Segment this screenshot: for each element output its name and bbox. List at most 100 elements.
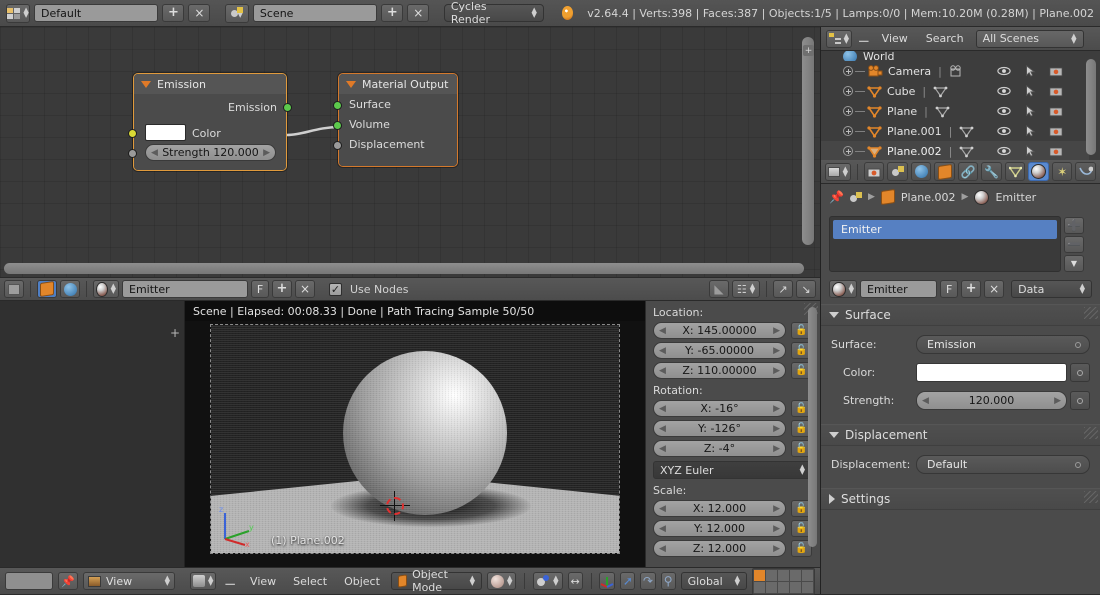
strength-animate-button[interactable] — [1070, 391, 1090, 410]
layer-cell[interactable] — [802, 581, 814, 593]
panel-resize-grip[interactable] — [1084, 307, 1098, 319]
layer-cell[interactable] — [778, 569, 790, 581]
transform-sidebar-scrollbar[interactable] — [808, 307, 817, 547]
breadcrumb-object[interactable]: Plane.002 — [901, 191, 956, 204]
displacement-dropdown[interactable]: Default — [916, 455, 1090, 474]
fake-user-button[interactable]: F — [251, 280, 269, 298]
pin-icon[interactable]: 📌 — [829, 190, 844, 204]
cursor-arrow-icon[interactable] — [1023, 65, 1037, 77]
animate-dot-icon[interactable] — [1075, 462, 1081, 468]
outliner-row-plane[interactable]: Plane | — [821, 101, 1089, 121]
properties-tab-object[interactable] — [934, 162, 955, 181]
layer-cell[interactable] — [778, 581, 790, 593]
panel-header-settings[interactable]: Settings — [821, 488, 1100, 510]
material-browse-button[interactable]: ▲ ▼ — [829, 280, 857, 298]
unlink-material-button[interactable]: × — [984, 280, 1005, 298]
pivot-point-dropdown[interactable]: ▲ ▼ — [533, 572, 563, 590]
outliner-scrollbar[interactable] — [1086, 59, 1096, 155]
location-y-field[interactable]: ◀ Y: -65.00000 ▶ — [653, 342, 786, 359]
chevron-left-icon[interactable]: ◀ — [659, 366, 666, 376]
expand-toggle-icon[interactable] — [843, 126, 853, 136]
properties-tab-particles[interactable]: ✶ — [1051, 162, 1073, 181]
layer-cell[interactable] — [754, 581, 766, 593]
editor-type-outliner-button[interactable]: ▲ ▼ — [826, 29, 852, 48]
node-emission[interactable]: Emission Emission Color ◀ Strength 120.0… — [128, 73, 292, 171]
rendered-image[interactable]: z y x (1) Plane.002 — [210, 324, 620, 554]
manipulator-rotate-button[interactable]: ↷ — [640, 572, 656, 590]
collapse-menus-icon[interactable]: ⚊ — [224, 574, 236, 589]
unlink-material-button[interactable]: × — [295, 280, 315, 298]
viewport-menu-object[interactable]: Object — [338, 575, 386, 588]
chevron-left-icon[interactable]: ◀ — [922, 396, 929, 406]
cursor-arrow-icon[interactable] — [1023, 125, 1037, 137]
mesh-data-icon[interactable] — [935, 105, 950, 118]
remove-material-slot-button[interactable]: ➖ — [1064, 236, 1084, 253]
rotation-mode-dropdown[interactable]: XYZ Euler ▲ ▼ — [653, 461, 812, 479]
outliner-menu-search[interactable]: Search — [920, 32, 970, 45]
panel-header-surface[interactable]: Surface — [821, 304, 1100, 326]
viewport-menu-view[interactable]: View — [244, 575, 282, 588]
scene-layers-grid[interactable] — [752, 567, 816, 595]
expand-toggle-icon[interactable] — [843, 146, 853, 156]
shader-type-world-button[interactable] — [60, 280, 80, 298]
location-x-field[interactable]: ◀ X: 145.00000 ▶ — [653, 322, 786, 339]
expand-toggle-icon[interactable] — [843, 66, 853, 76]
surface-shader-dropdown[interactable]: Emission — [916, 335, 1090, 354]
cursor-arrow-icon[interactable] — [1023, 85, 1037, 97]
rotation-z-field[interactable]: ◀ Z: -4° ▶ — [653, 440, 786, 457]
color-animate-button[interactable] — [1070, 363, 1090, 382]
render-camera-icon[interactable] — [1049, 85, 1063, 97]
material-link-dropdown[interactable]: Data ▲ ▼ — [1011, 280, 1092, 298]
chevron-right-icon[interactable]: ▶ — [773, 504, 780, 514]
material-slot-specials-button[interactable]: ▼ — [1064, 255, 1084, 272]
chevron-left-icon[interactable]: ◀ — [659, 326, 666, 336]
eye-icon[interactable] — [997, 145, 1011, 157]
panel-resize-grip[interactable] — [1084, 427, 1098, 439]
render-camera-icon[interactable] — [1049, 125, 1063, 137]
image-view-menu[interactable]: View ▲ ▼ — [83, 572, 175, 590]
outliner-display-mode-dropdown[interactable]: All Scenes ▲ ▼ — [975, 29, 1084, 48]
node-material-output-header[interactable]: Material Output — [339, 74, 457, 94]
layer-cell[interactable] — [766, 569, 778, 581]
manipulator-toggle-button[interactable]: ↔ — [567, 572, 583, 590]
properties-tab-render[interactable] — [863, 162, 885, 181]
delete-screen-button[interactable]: × — [188, 4, 211, 22]
node-editor-horizontal-scrollbar[interactable] — [4, 263, 804, 274]
chevron-left-icon[interactable]: ◀ — [659, 504, 666, 514]
add-screen-button[interactable]: + — [162, 4, 185, 22]
editor-type-properties-button[interactable]: ▲ ▼ — [825, 162, 851, 181]
material-browse-button[interactable]: ▲ ▼ — [93, 280, 119, 298]
rotation-y-field[interactable]: ◀ Y: -126° ▶ — [653, 420, 786, 437]
render-camera-icon[interactable] — [1049, 65, 1063, 77]
panel-resize-grip[interactable] — [1084, 491, 1098, 503]
render-camera-icon[interactable] — [1049, 105, 1063, 117]
snap-icon-button[interactable]: ◣ — [709, 280, 729, 298]
mesh-data-icon[interactable] — [959, 125, 974, 138]
chevron-right-icon[interactable]: ▶ — [773, 524, 780, 534]
node-group-enter-button[interactable]: ↗ — [773, 280, 793, 298]
eye-icon[interactable] — [997, 105, 1011, 117]
layer-cell[interactable] — [766, 581, 778, 593]
chevron-left-icon[interactable]: ◀ — [659, 444, 666, 454]
chevron-right-icon[interactable]: ▶ — [773, 444, 780, 454]
chevron-right-icon[interactable]: ▶ — [773, 366, 780, 376]
viewport-shading-dropdown[interactable]: ▲ ▼ — [487, 572, 517, 590]
transform-orientation-dropdown[interactable]: Global ▲ ▼ — [680, 572, 748, 590]
chevron-left-icon[interactable]: ◀ — [151, 148, 158, 158]
shader-type-object-button[interactable] — [37, 280, 57, 298]
node-editor[interactable]: Emission Emission Color ◀ Strength 120.0… — [0, 27, 820, 277]
scale-x-field[interactable]: ◀ X: 12.000 ▶ — [653, 500, 786, 517]
emission-color-swatch[interactable] — [145, 124, 186, 141]
socket-color-input[interactable] — [128, 129, 137, 138]
layer-cell[interactable] — [790, 569, 802, 581]
image-editor-slider[interactable] — [5, 572, 53, 590]
properties-editor[interactable]: ▲ ▼ 🔗 🔧 ✶ 📌 ▶ Plane.002 ▶ Emitter Emitte… — [820, 160, 1100, 594]
scene-browse-button[interactable]: ▲▼ — [224, 3, 249, 23]
chevron-right-icon[interactable]: ▶ — [263, 148, 270, 158]
node-material-output[interactable]: Material Output Surface Volume Displacem… — [333, 73, 458, 167]
material-name-field[interactable]: Emitter — [860, 280, 938, 298]
collapse-triangle-icon[interactable] — [346, 80, 356, 88]
add-scene-button[interactable]: + — [381, 4, 404, 22]
rotation-x-field[interactable]: ◀ X: -16° ▶ — [653, 400, 786, 417]
panel-header-displacement[interactable]: Displacement — [821, 424, 1100, 446]
